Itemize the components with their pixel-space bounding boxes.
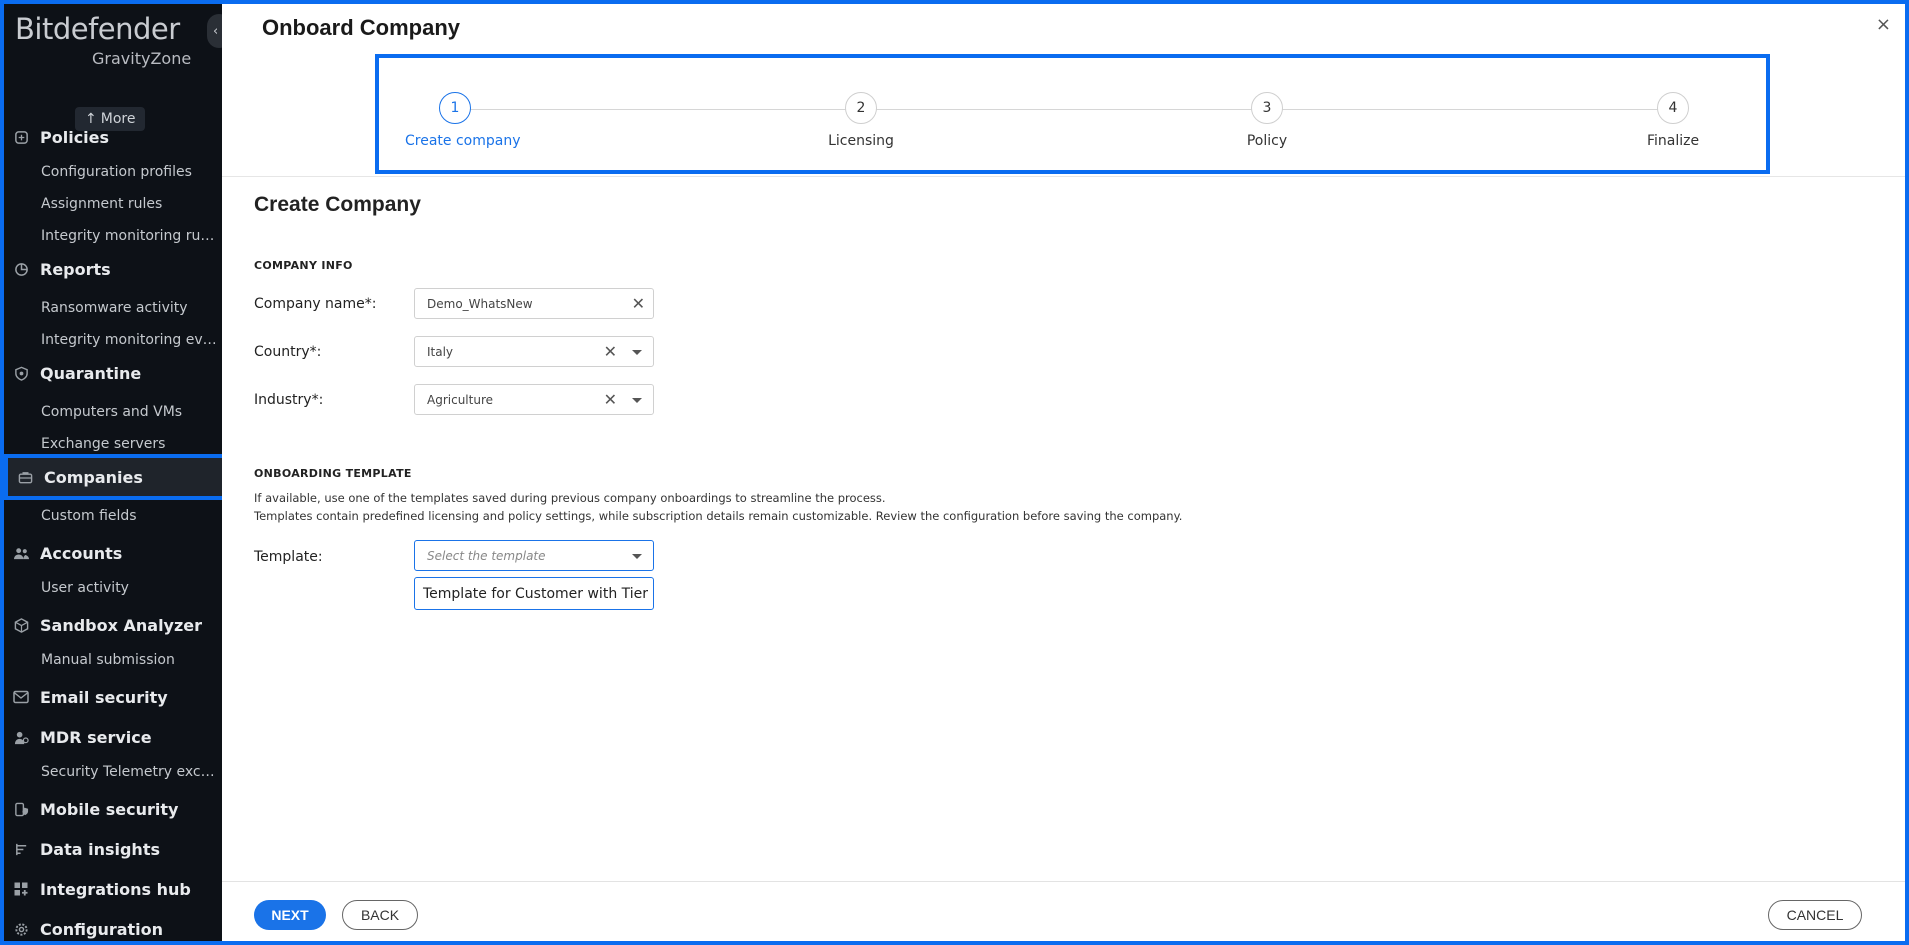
step-label: Finalize <box>1646 133 1700 149</box>
stepper-line <box>445 109 1676 110</box>
step-licensing[interactable]: 2 Licensing <box>811 92 911 149</box>
mail-icon <box>12 688 30 706</box>
briefcase-icon <box>16 468 34 486</box>
template-help-line-1: If available, use one of the templates s… <box>254 491 886 505</box>
nav-email-security-label: Email security <box>40 687 168 707</box>
nav-manual-submission[interactable]: Manual submission <box>41 652 217 668</box>
nav-policies[interactable]: Policies <box>4 121 222 153</box>
nav-configuration[interactable]: Configuration <box>4 913 222 941</box>
nav-email-security[interactable]: Email security <box>4 681 222 713</box>
nav-reports-label: Reports <box>40 259 111 279</box>
template-option[interactable]: Template for Customer with Tier ... <box>414 577 654 610</box>
back-button[interactable]: BACK <box>342 900 418 930</box>
brand-name: Bitdefender <box>15 12 180 46</box>
onboard-company-dialog: Onboard Company × 1 Create company 2 Lic… <box>222 4 1905 941</box>
company-name-value: Demo_WhatsNew <box>427 296 533 311</box>
quarantine-icon <box>12 364 30 382</box>
clear-icon[interactable]: ✕ <box>604 390 617 409</box>
grid-icon <box>12 880 30 898</box>
nav-data-insights[interactable]: Data insights <box>4 833 222 865</box>
nav-integrations-hub[interactable]: Integrations hub <box>4 873 222 905</box>
clear-icon[interactable]: ✕ <box>632 294 645 313</box>
industry-select[interactable]: Agriculture ✕ <box>414 384 654 415</box>
nav-quarantine-label: Quarantine <box>40 363 142 383</box>
chevron-down-icon <box>632 350 642 355</box>
nav-sandbox-analyzer[interactable]: Sandbox Analyzer <box>4 609 222 641</box>
nav-assignment-rules[interactable]: Assignment rules <box>41 196 217 212</box>
template-select[interactable]: Select the template <box>414 540 654 571</box>
nav-mdr-service-label: MDR service <box>40 727 152 747</box>
nav-integrity-monitoring-rules[interactable]: Integrity monitoring rules <box>41 228 217 244</box>
mdr-icon <box>12 728 30 746</box>
onboarding-template-heading: ONBOARDING TEMPLATE <box>254 467 412 480</box>
cube-icon <box>12 616 30 634</box>
chevron-left-icon: ‹ <box>213 23 219 39</box>
mobile-shield-icon <box>12 800 30 818</box>
step-label: Create company <box>405 133 521 149</box>
template-help-line-2: Templates contain predefined licensing a… <box>254 509 1183 523</box>
nav-custom-fields[interactable]: Custom fields <box>41 508 217 524</box>
section-title: Create Company <box>254 193 421 216</box>
industry-value: Agriculture <box>427 392 493 407</box>
clear-icon[interactable]: ✕ <box>604 342 617 361</box>
step-number: 3 <box>1251 92 1283 124</box>
step-number: 2 <box>845 92 877 124</box>
country-label: Country*: <box>254 344 322 360</box>
divider <box>222 176 1905 177</box>
nav-sandbox-analyzer-label: Sandbox Analyzer <box>40 615 203 635</box>
close-icon[interactable]: × <box>1876 14 1891 35</box>
nav-data-insights-label: Data insights <box>40 839 160 859</box>
nav-reports[interactable]: Reports <box>4 253 222 285</box>
nav-mobile-security[interactable]: Mobile security <box>4 793 222 825</box>
chevron-down-icon <box>632 398 642 403</box>
users-icon <box>12 544 30 562</box>
country-value: Italy <box>427 344 454 359</box>
gear-icon <box>12 920 30 938</box>
collapse-sidebar-button[interactable]: ‹ <box>207 14 222 48</box>
nav-mobile-security-label: Mobile security <box>40 799 179 819</box>
template-placeholder: Select the template <box>427 548 546 563</box>
step-number: 4 <box>1657 92 1689 124</box>
nav-accounts-label: Accounts <box>40 543 123 563</box>
nav-companies[interactable]: Companies <box>4 454 222 500</box>
brand-logo: Bitdefender GravityZone <box>15 12 191 68</box>
step-label: Licensing <box>828 133 894 149</box>
nav-accounts[interactable]: Accounts <box>4 537 222 569</box>
nav-quarantine[interactable]: Quarantine <box>4 357 222 389</box>
sidebar: Bitdefender GravityZone ‹ ↑ More Policie… <box>4 4 222 941</box>
shield-icon <box>12 128 30 146</box>
nav-exchange-servers[interactable]: Exchange servers <box>41 436 217 452</box>
nav-mdr-service[interactable]: MDR service <box>4 721 222 753</box>
chart-icon <box>12 260 30 278</box>
stepper: 1 Create company 2 Licensing 3 Policy 4 … <box>375 54 1770 174</box>
nav-computers-and-vms[interactable]: Computers and VMs <box>41 404 217 420</box>
insights-icon <box>12 840 30 858</box>
nav-ransomware-activity[interactable]: Ransomware activity <box>41 300 217 316</box>
country-select[interactable]: Italy ✕ <box>414 336 654 367</box>
step-number: 1 <box>439 92 471 124</box>
brand-product: GravityZone <box>92 49 192 68</box>
chevron-down-icon <box>632 554 642 559</box>
step-finalize[interactable]: 4 Finalize <box>1623 92 1723 149</box>
step-policy[interactable]: 3 Policy <box>1217 92 1317 149</box>
company-name-label: Company name*: <box>254 296 377 312</box>
template-label: Template: <box>254 549 323 565</box>
nav-integrity-monitoring-events[interactable]: Integrity monitoring eve... <box>41 332 217 348</box>
nav-configuration-label: Configuration <box>40 919 164 939</box>
next-button[interactable]: NEXT <box>254 900 326 930</box>
footer-divider <box>222 881 1905 882</box>
nav-integrations-hub-label: Integrations hub <box>40 879 191 899</box>
step-create-company[interactable]: 1 Create company <box>405 92 521 149</box>
company-info-heading: COMPANY INFO <box>254 259 353 272</box>
industry-label: Industry*: <box>254 392 324 408</box>
step-label: Policy <box>1246 133 1288 149</box>
page-title: Onboard Company <box>262 15 461 40</box>
nav-user-activity[interactable]: User activity <box>41 580 217 596</box>
nav-configuration-profiles[interactable]: Configuration profiles <box>41 164 217 180</box>
company-name-input[interactable]: Demo_WhatsNew ✕ <box>414 288 654 319</box>
nav-policies-label: Policies <box>40 127 110 147</box>
cancel-button[interactable]: CANCEL <box>1768 900 1862 930</box>
nav-companies-label: Companies <box>44 467 143 487</box>
nav-security-telemetry-exclusions[interactable]: Security Telemetry excl... <box>41 764 217 780</box>
